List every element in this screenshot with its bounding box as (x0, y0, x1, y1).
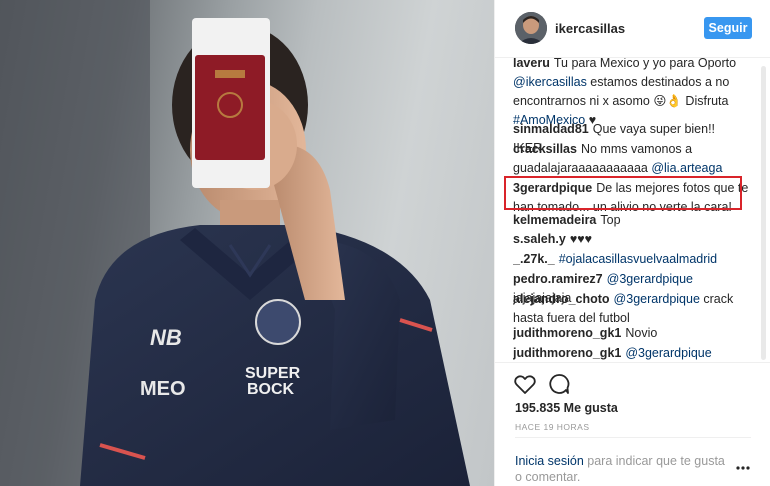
comment-text: ♥♥♥ (569, 232, 593, 246)
post-sidebar: ikercasillas Seguir laveru Tu para Mexico… (494, 0, 770, 486)
comment-item: s.saleh.y ♥♥♥ (513, 230, 751, 249)
photo-illustration: NB MEO SUPER BOCK (0, 0, 470, 486)
comment-username[interactable]: judithmoreno_gk1 (513, 326, 621, 340)
comments-scrollbar[interactable] (761, 66, 766, 360)
login-link[interactable]: Inicia sesión (515, 454, 584, 468)
post-photo: NB MEO SUPER BOCK (0, 0, 494, 486)
post-actions: 195.835 Me gusta HACE 19 HORAS Inicia se… (495, 362, 770, 486)
comment-item: alejandro_choto @3gerardpique crack hasta… (513, 290, 751, 328)
username-link[interactable]: ikercasillas (555, 21, 625, 36)
login-prompt: Inicia sesión para indicar que te gusta … (515, 453, 725, 485)
highlight-box (504, 176, 742, 210)
comment-username[interactable]: sinmaldad81 (513, 122, 589, 136)
shirt-text-1: SUPER (245, 365, 301, 382)
svg-text:MEO: MEO (140, 378, 186, 400)
comment-item: cracksillas No mms vamonos a guadalajaraa… (513, 140, 751, 178)
comment-icon[interactable] (547, 372, 571, 396)
comment-username[interactable]: kelmemadeira (513, 213, 596, 227)
comment-text: Tu para Mexico y yo para Oporto (553, 58, 737, 70)
shirt-text-2: BOCK (247, 381, 295, 398)
comment-item: _.27k._ #ojalacasillasvuelvaalmadrid (513, 250, 751, 269)
comment-mention[interactable]: @ikercasillas (513, 75, 587, 89)
more-options-icon[interactable] (735, 463, 751, 473)
avatar[interactable] (515, 12, 547, 44)
comment-username[interactable]: alejandro_choto (513, 292, 610, 306)
comment-username[interactable]: cracksillas (513, 142, 577, 156)
comment-item: judithmoreno_gk1@3gerardpique cabrón (513, 344, 751, 362)
comment-username[interactable]: s.saleh.y (513, 232, 566, 246)
likes-count[interactable]: 195.835 Me gusta (515, 401, 618, 415)
comment-username[interactable]: pedro.ramirez7 (513, 272, 603, 286)
comment-username[interactable]: _.27k._ (513, 252, 555, 266)
comments-list[interactable]: laveru Tu para Mexico y yo para Oporto @i… (513, 58, 765, 362)
comment-mention[interactable]: @3gerardpique (614, 292, 700, 306)
comment-mention[interactable]: @3gerardpique (625, 346, 711, 360)
svg-text:NB: NB (150, 325, 182, 350)
comment-hashtag[interactable]: #ojalacasillasvuelvaalmadrid (559, 252, 717, 266)
comment-text: Novio (625, 326, 658, 340)
comment-item: kelmemadeira Top (513, 211, 751, 230)
comment-username[interactable]: laveru (513, 58, 550, 70)
post-header: ikercasillas Seguir (495, 0, 770, 58)
avatar-image (515, 12, 547, 44)
divider (515, 437, 751, 438)
comment-text: Top (600, 213, 621, 227)
comment-username[interactable]: judithmoreno_gk1 (513, 346, 621, 360)
heart-icon[interactable] (513, 372, 537, 396)
comment-item: judithmoreno_gk1 Novio (513, 324, 751, 343)
comment-mention[interactable]: @3gerardpique (607, 272, 693, 286)
follow-button[interactable]: Seguir (704, 17, 752, 39)
comment-mention[interactable]: @lia.arteaga (651, 161, 722, 175)
post-timestamp[interactable]: HACE 19 HORAS (515, 422, 590, 432)
